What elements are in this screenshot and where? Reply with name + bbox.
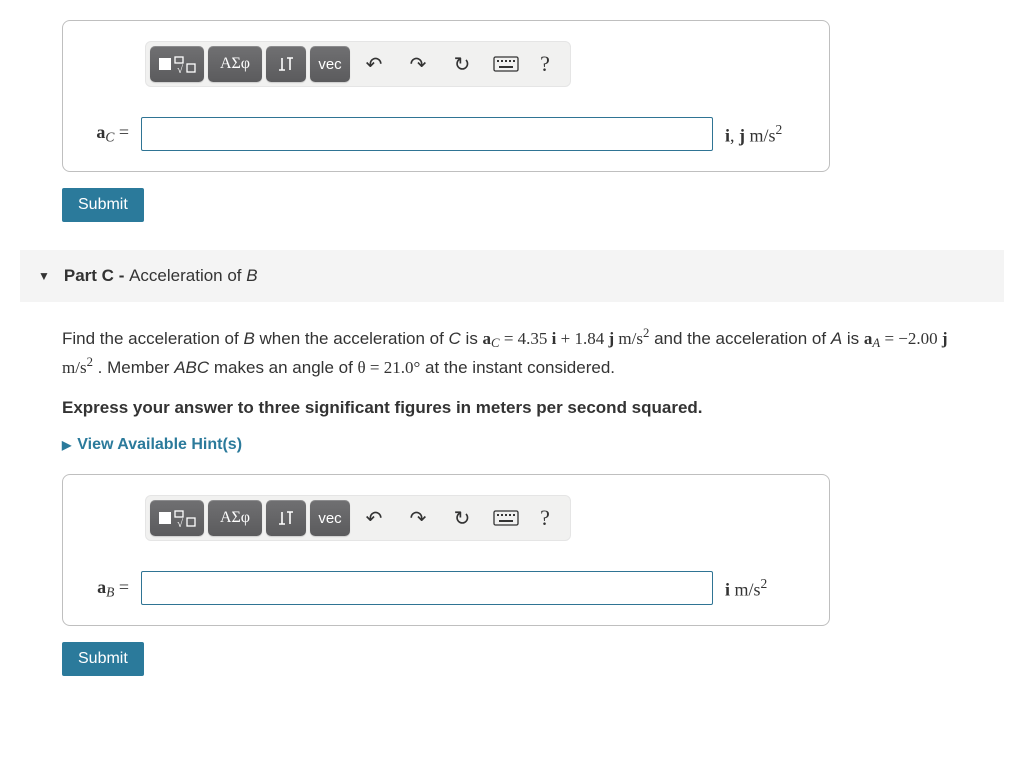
answer-input-ab[interactable] [141,571,713,605]
vec-button[interactable]: vec [310,46,350,82]
express-instruction: Express your answer to three significant… [62,395,982,421]
sub-sup-button[interactable] [266,500,306,536]
keyboard-button[interactable] [486,500,526,536]
help-button[interactable]: ? [530,500,560,536]
vec-button[interactable]: vec [310,500,350,536]
answer-panel-ac: √ ΑΣφ vec ↶ ↷ ↻ [62,20,830,172]
answer-panel-ab: √ ΑΣφ vec ↶ ↷ ↻ [62,474,830,626]
unit-label-ab: i m/s2 [725,576,811,600]
collapse-caret-icon: ▼ [38,269,50,283]
submit-button-ac[interactable]: Submit [62,188,144,222]
answer-input-ac[interactable] [141,117,713,151]
reset-button[interactable]: ↻ [442,46,482,82]
templates-button[interactable]: √ [150,500,204,536]
var-label-ab: aB = [81,577,129,600]
reset-button[interactable]: ↻ [442,500,482,536]
unit-label-ac: i, j m/s2 [725,122,811,146]
toolbar-wrap: √ ΑΣφ vec ↶ ↷ ↻ [81,495,811,541]
undo-button[interactable]: ↶ [354,46,394,82]
part-c-prompt: Find the acceleration of B when the acce… [62,324,982,420]
sub-sup-button[interactable] [266,46,306,82]
greek-button[interactable]: ΑΣφ [208,500,262,536]
part-c-header[interactable]: ▼ Part C - Acceleration of B [20,250,1004,302]
keyboard-button[interactable] [486,46,526,82]
equation-toolbar: √ ΑΣφ vec ↶ ↷ ↻ [145,495,571,541]
redo-button[interactable]: ↷ [398,46,438,82]
templates-button[interactable]: √ [150,46,204,82]
equation-toolbar: √ ΑΣφ vec ↶ ↷ ↻ [145,41,571,87]
submit-button-ab[interactable]: Submit [62,642,144,676]
svg-text:√: √ [177,64,184,74]
view-hints-label: View Available Hint(s) [77,436,242,454]
greek-button[interactable]: ΑΣφ [208,46,262,82]
chevron-right-icon: ▶ [62,438,71,452]
part-c-title: Part C - Acceleration of B [64,266,258,286]
redo-button[interactable]: ↷ [398,500,438,536]
input-row-ac: aC = i, j m/s2 [81,117,811,151]
undo-button[interactable]: ↶ [354,500,394,536]
input-row-ab: aB = i m/s2 [81,571,811,605]
svg-text:√: √ [177,518,184,528]
var-label-ac: aC = [81,122,129,145]
help-button[interactable]: ? [530,46,560,82]
toolbar-wrap: √ ΑΣφ vec ↶ ↷ ↻ [81,41,811,87]
view-hints-toggle[interactable]: ▶ View Available Hint(s) [62,436,1004,454]
